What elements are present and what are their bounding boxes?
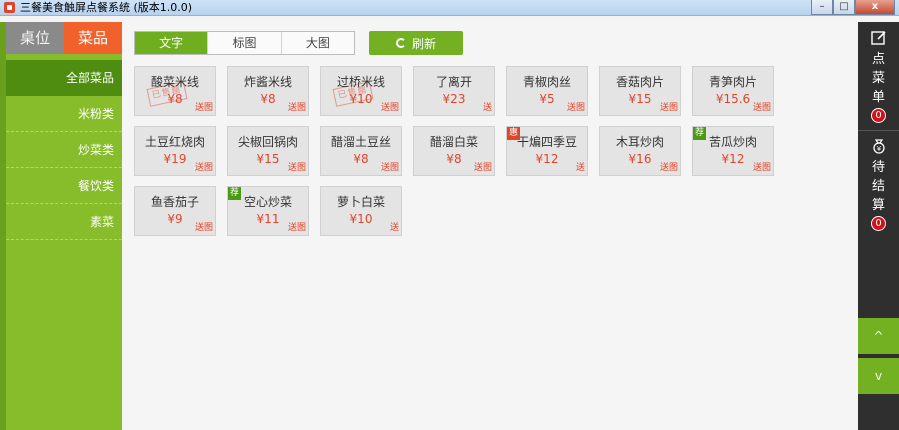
pending-label-2: 结 bbox=[871, 179, 885, 194]
dish-card[interactable]: 醋溜土豆丝 ¥8 送图 bbox=[320, 126, 402, 176]
close-button[interactable]: x bbox=[855, 0, 895, 15]
dish-name: 尖椒回锅肉 bbox=[237, 135, 298, 149]
view-tab-large[interactable]: 大图 bbox=[281, 32, 354, 54]
svg-text:¥: ¥ bbox=[876, 145, 881, 153]
category-rice-noodles[interactable]: 米粉类 bbox=[6, 96, 122, 132]
pending-count-badge: 0 bbox=[871, 216, 886, 231]
dish-card[interactable]: 青椒肉丝 ¥5 送图 bbox=[506, 66, 588, 116]
tab-tables[interactable]: 桌位 bbox=[6, 22, 64, 54]
recommend-badge: 荐 bbox=[693, 127, 706, 140]
dish-name: 青笋肉片 bbox=[708, 75, 757, 89]
maximize-button[interactable]: □ bbox=[833, 0, 855, 15]
dish-gift-note: 送图 bbox=[194, 163, 213, 173]
view-tab-text[interactable]: 文字 bbox=[135, 32, 209, 54]
top-tabs: 桌位 菜品 bbox=[6, 22, 122, 54]
dish-card[interactable]: 苦瓜炒肉 ¥12 送图荐 bbox=[692, 126, 774, 176]
dish-card[interactable]: 青笋肉片 ¥15.6 送图 bbox=[692, 66, 774, 116]
refresh-button[interactable]: 刷新 bbox=[369, 31, 463, 55]
dish-card[interactable]: 了离开 ¥23 送 bbox=[413, 66, 495, 116]
dish-card[interactable]: 土豆红烧肉 ¥19 送图 bbox=[134, 126, 216, 176]
dish-gift-note: 送图 bbox=[752, 163, 771, 173]
dish-card[interactable]: 萝卜白菜 ¥10 送 bbox=[320, 186, 402, 236]
edit-icon bbox=[870, 31, 886, 45]
order-count-badge: 0 bbox=[871, 108, 886, 123]
order-list-button[interactable]: 点 菜 单 0 bbox=[858, 30, 899, 123]
dish-card[interactable]: 醋溜白菜 ¥8 送图 bbox=[413, 126, 495, 176]
order-label-2: 菜 bbox=[871, 71, 885, 86]
dish-name: 了离开 bbox=[435, 75, 472, 89]
window-titlebar: 三餐美食触屏点餐系统 (版本1.0.0) – □ x bbox=[0, 0, 899, 16]
right-panel: 点 菜 单 0 ¥ 待 结 算 0 ^ v bbox=[858, 22, 899, 430]
view-mode-tabs: 文字 标图 大图 bbox=[134, 31, 355, 55]
dish-gift-note: 送 bbox=[389, 223, 399, 233]
category-vegetarian[interactable]: 素菜 bbox=[6, 204, 122, 240]
scroll-down-button[interactable]: v bbox=[858, 358, 899, 394]
window-controls: – □ x bbox=[811, 0, 895, 15]
pending-label-1: 待 bbox=[871, 160, 885, 175]
category-all[interactable]: 全部菜品 bbox=[6, 60, 128, 96]
category-stir-fry[interactable]: 炒菜类 bbox=[6, 132, 122, 168]
order-label-3: 单 bbox=[871, 90, 885, 105]
dish-gift-note: 送图 bbox=[194, 223, 213, 233]
dish-name: 土豆红烧肉 bbox=[144, 135, 205, 149]
minimize-button[interactable]: – bbox=[811, 0, 833, 15]
dish-card[interactable]: 香菇肉片 ¥15 送图 bbox=[599, 66, 681, 116]
window-title: 三餐美食触屏点餐系统 (版本1.0.0) bbox=[20, 1, 193, 14]
dish-name: 醋溜土豆丝 bbox=[330, 135, 391, 149]
main-content: 文字 标图 大图 刷新 已售罄 酸菜米线 ¥8 送图 炸酱米线 ¥8 送图 已售罄 过桥米线 ¥1… bbox=[122, 22, 858, 430]
view-tab-thumbnail[interactable]: 标图 bbox=[208, 32, 282, 54]
dish-name: 炸酱米线 bbox=[243, 75, 292, 89]
dish-card[interactable]: 木耳炒肉 ¥16 送图 bbox=[599, 126, 681, 176]
dish-name: 过桥米线 bbox=[336, 75, 385, 89]
dish-card[interactable]: 炸酱米线 ¥8 送图 bbox=[227, 66, 309, 116]
dish-gift-note: 送 bbox=[575, 163, 585, 173]
promo-badge: 惠 bbox=[507, 127, 520, 140]
dish-name: 木耳炒肉 bbox=[615, 135, 664, 149]
category-list: 全部菜品 米粉类 炒菜类 餐饮类 素菜 bbox=[6, 60, 128, 240]
dish-card[interactable]: 空心炒菜 ¥11 送图荐 bbox=[227, 186, 309, 236]
left-nav: 桌位 菜品 全部菜品 米粉类 炒菜类 餐饮类 素菜 bbox=[0, 22, 128, 430]
scroll-up-button[interactable]: ^ bbox=[858, 318, 899, 354]
dish-gift-note: 送图 bbox=[194, 103, 213, 113]
dish-name: 鱼香茄子 bbox=[150, 195, 199, 209]
dish-gift-note: 送图 bbox=[752, 103, 771, 113]
app-icon bbox=[4, 2, 15, 13]
panel-divider bbox=[858, 130, 899, 131]
order-label-1: 点 bbox=[871, 52, 885, 67]
pending-label-3: 算 bbox=[871, 198, 885, 213]
dish-gift-note: 送 bbox=[482, 103, 492, 113]
dish-gift-note: 送图 bbox=[659, 163, 678, 173]
recommend-badge: 荐 bbox=[228, 187, 241, 200]
dish-gift-note: 送图 bbox=[287, 103, 306, 113]
dish-gift-note: 送图 bbox=[380, 103, 399, 113]
dish-gift-note: 送图 bbox=[659, 103, 678, 113]
dish-card[interactable]: 鱼香茄子 ¥9 送图 bbox=[134, 186, 216, 236]
dish-gift-note: 送图 bbox=[473, 163, 492, 173]
dish-name: 醋溜白菜 bbox=[429, 135, 478, 149]
dish-card[interactable]: 干煸四季豆 ¥12 送惠 bbox=[506, 126, 588, 176]
dish-name: 萝卜白菜 bbox=[336, 195, 385, 209]
dish-gift-note: 送图 bbox=[287, 163, 306, 173]
dish-name: 酸菜米线 bbox=[150, 75, 199, 89]
dish-name: 青椒肉丝 bbox=[522, 75, 571, 89]
category-meals[interactable]: 餐饮类 bbox=[6, 168, 122, 204]
dish-gift-note: 送图 bbox=[287, 223, 306, 233]
tab-dishes[interactable]: 菜品 bbox=[64, 22, 122, 54]
dish-card[interactable]: 已售罄 酸菜米线 ¥8 送图 bbox=[134, 66, 216, 116]
dish-card[interactable]: 已售罄 过桥米线 ¥10 送图 bbox=[320, 66, 402, 116]
dish-gift-note: 送图 bbox=[566, 103, 585, 113]
dish-card[interactable]: 尖椒回锅肉 ¥15 送图 bbox=[227, 126, 309, 176]
refresh-label: 刷新 bbox=[411, 36, 436, 51]
refresh-icon bbox=[395, 38, 406, 48]
dish-name: 香菇肉片 bbox=[615, 75, 664, 89]
dish-gift-note: 送图 bbox=[380, 163, 399, 173]
money-bag-icon: ¥ bbox=[872, 139, 885, 154]
pending-bill-button[interactable]: ¥ 待 结 算 0 bbox=[858, 138, 899, 231]
